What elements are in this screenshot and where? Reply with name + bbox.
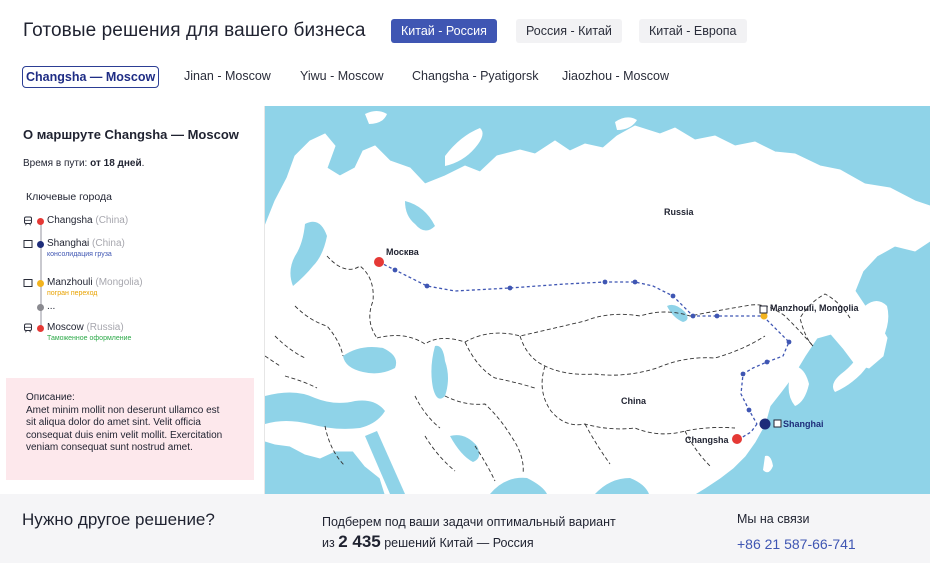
city-name: Changsha [47, 215, 93, 226]
map-canvas: Russia China Москва Manzhouli, Mongolia … [265, 111, 930, 494]
footer-offer-suffix: решений Китай — Россия [384, 536, 534, 550]
city-name: ... [47, 301, 56, 312]
route-stop [740, 371, 746, 377]
city-dot [37, 241, 44, 248]
route-tab-yiwu-moscow[interactable]: Yiwu - Moscow [300, 66, 384, 88]
city-name: Manzhouli [47, 277, 93, 288]
footer: Нужно другое решение? Подберем под ваши … [0, 494, 930, 563]
taiwan-island [763, 455, 773, 473]
route-heading: О маршруте Changsha — Moscow [23, 127, 239, 142]
city-name: Shanghai [47, 238, 90, 249]
route-tab-changsha-pyatigorsk[interactable]: Changsha - Pyatigorsk [412, 66, 538, 88]
route-stop [746, 407, 752, 413]
key-cities-heading: Ключевые города [26, 191, 112, 203]
city-label: Changsha (China) [47, 215, 128, 226]
route-stop [632, 279, 638, 285]
page-title: Готовые решения для вашего бизнеса [23, 20, 366, 41]
travel-time-label: Время в пути: [23, 158, 88, 169]
map-label-russia: Russia [664, 207, 695, 217]
route-map[interactable]: Russia China Москва Manzhouli, Mongolia … [265, 106, 930, 494]
tab-china-europe[interactable]: Китай - Европа [639, 19, 747, 43]
route-stop [602, 279, 608, 285]
city-label: Manzhouli (Mongolia) [47, 277, 143, 288]
novaya-zemlya [445, 128, 483, 166]
route-stop [424, 283, 430, 289]
city-dot [37, 280, 44, 287]
city-country: (Mongolia) [95, 277, 143, 288]
travel-time-value: от 18 дней [90, 158, 142, 169]
manzhouli-marker[interactable] [760, 312, 768, 320]
phone-link[interactable]: +86 21 587-66-741 [737, 536, 856, 552]
description-label: Описание: [26, 392, 75, 403]
tab-china-russia[interactable]: Китай - Россия [391, 19, 497, 43]
route-stop [786, 339, 792, 345]
map-label-changsha: Changsha [685, 435, 730, 445]
footer-offer: Подберем под ваши задачи оптимальный вар… [322, 512, 616, 553]
footer-offer-prefix: из [322, 536, 335, 550]
shanghai-marker[interactable] [759, 418, 771, 430]
route-stop [507, 285, 513, 291]
moscow-marker[interactable] [374, 257, 384, 267]
route-stop [670, 293, 676, 299]
description-box: Описание: Amet minim mollit non deserunt… [6, 378, 254, 480]
route-tab-jinan-moscow[interactable]: Jinan - Moscow [184, 66, 271, 88]
city-country: (China) [95, 215, 129, 226]
changsha-marker[interactable] [732, 434, 742, 444]
contact-label: Мы на связи [737, 512, 810, 526]
manzhouli-square-icon [759, 305, 768, 314]
travel-time-period: . [141, 158, 145, 169]
city-country: (China) [92, 238, 125, 249]
square-icon [23, 279, 33, 287]
map-label-manzhouli: Manzhouli, Mongolia [770, 303, 859, 313]
city-dot [37, 325, 44, 332]
svalbard [365, 111, 387, 124]
footer-offer-line1: Подберем под ваши задачи оптимальный вар… [322, 515, 616, 529]
city-label: Moscow (Russia) [47, 322, 124, 333]
route-tab-changsha-moscow[interactable]: Changsha — Moscow [22, 66, 160, 88]
map-label-shanghai: Shanghai [783, 419, 824, 429]
travel-time: Время в пути: от 18 дней. [23, 158, 144, 169]
square-icon [23, 240, 33, 248]
city-name: Moscow [47, 322, 84, 333]
footer-solution-count: 2 435 [338, 532, 381, 551]
route-stop [714, 313, 720, 319]
city-dot [37, 218, 44, 225]
city-note: погран переход [47, 290, 98, 297]
city-country: (Russia) [86, 322, 124, 333]
page: Готовые решения для вашего бизнеса Китай… [0, 0, 930, 563]
footer-title: Нужно другое решение? [22, 510, 215, 529]
route-stop [690, 313, 696, 319]
route-stop [764, 359, 770, 365]
city-dot [37, 304, 44, 311]
city-label: Shanghai (China) [47, 238, 125, 249]
route-tab-jiaozhou-moscow[interactable]: Jiaozhou - Moscow [562, 66, 669, 88]
train-icon [24, 216, 32, 226]
shanghai-square-icon [773, 419, 782, 428]
city-note: Таможенное оформление [47, 335, 132, 342]
footer-offer-line2: из 2 435 решений Китай — Россия [322, 532, 616, 553]
description-text: Amet minim mollit non deserunt ullamco e… [26, 404, 223, 454]
tab-russia-china[interactable]: Россия - Китай [516, 19, 622, 43]
timeline-line [40, 222, 42, 330]
route-stop [392, 267, 398, 273]
city-note: консолидация груза [47, 251, 112, 258]
map-label-moscow: Москва [386, 247, 420, 257]
train-icon [24, 323, 32, 333]
map-label-china: China [621, 396, 647, 406]
